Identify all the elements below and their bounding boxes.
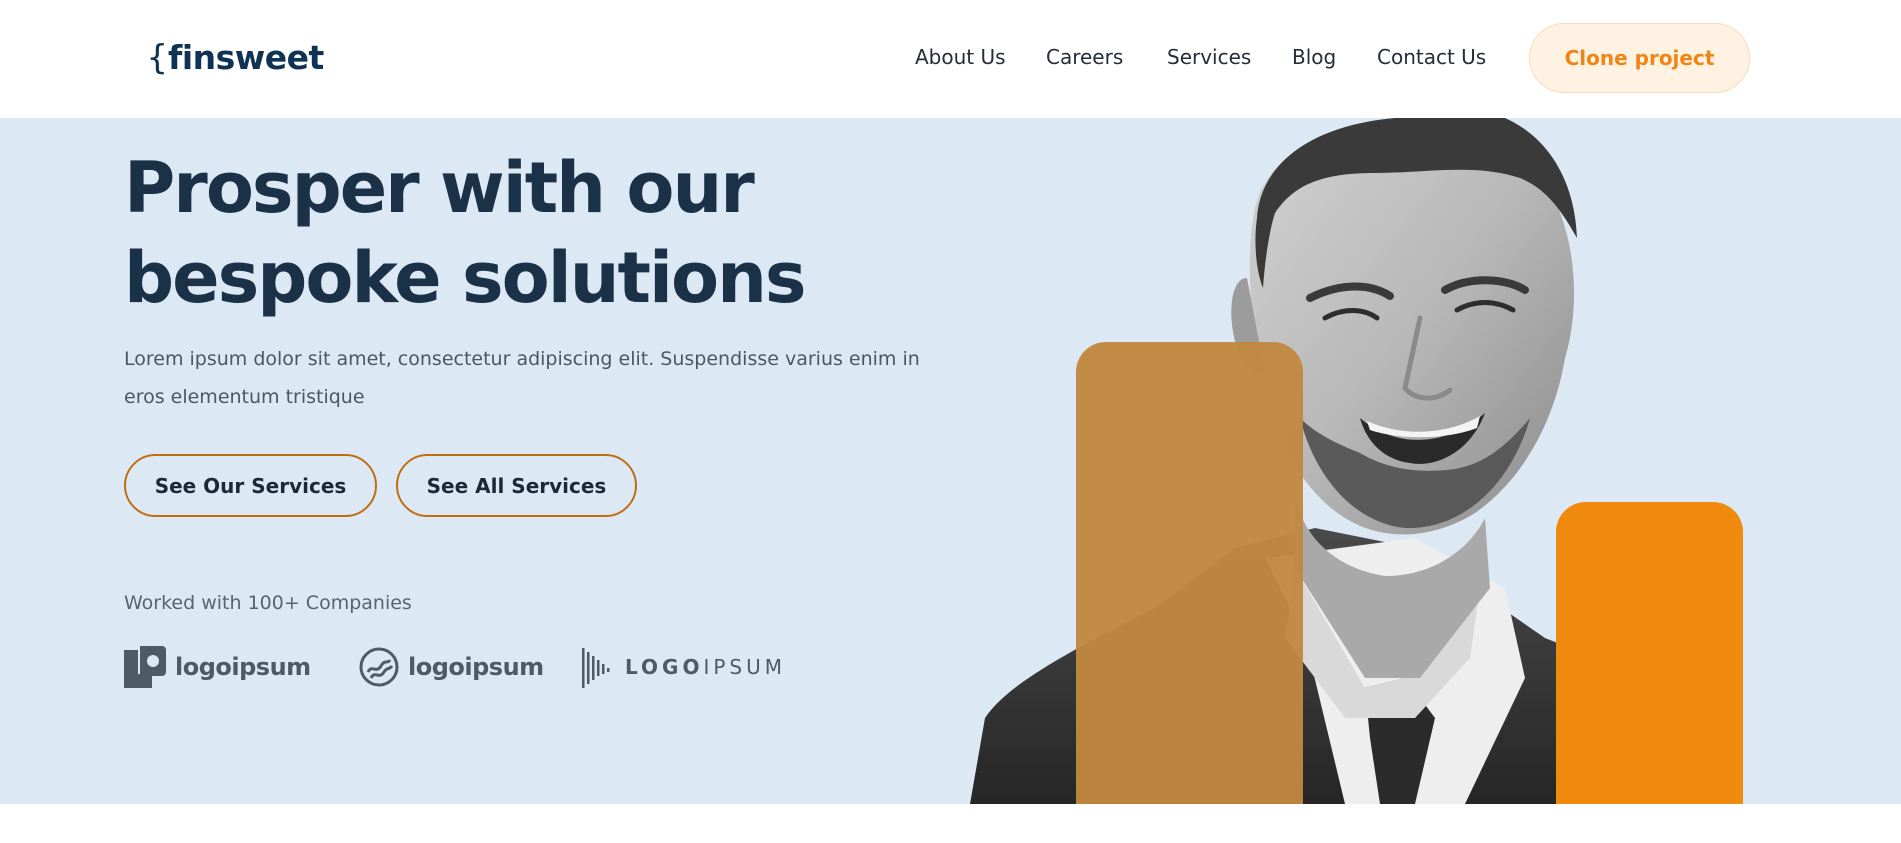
hero-headline: Prosper with our bespoke solutions	[124, 143, 884, 323]
nav-link-services[interactable]: Services	[1167, 45, 1251, 69]
partner-logo-2-name: logoipsum	[408, 653, 544, 681]
partner-logo-3: LOGOIPSUM	[582, 645, 786, 689]
worked-with-label: Worked with 100+ Companies	[124, 592, 412, 614]
nav-link-contact-us[interactable]: Contact Us	[1377, 45, 1486, 69]
partner-logo-2: logoipsum	[359, 645, 544, 689]
wave-circle-logo-icon	[359, 647, 399, 687]
hero-subtitle: Lorem ipsum dolor sit amet, consectetur …	[124, 348, 920, 408]
page-bottom-strip	[0, 804, 1901, 843]
nav-link-about-us[interactable]: About Us	[915, 45, 1006, 69]
see-our-services-button[interactable]: See Our Services	[124, 454, 377, 517]
partner-logo-1: logoipsum	[124, 645, 311, 689]
partner-logo-3-name-light: IPSUM	[703, 655, 787, 679]
hero-headline-line-1: Prosper with our	[124, 147, 755, 229]
partner-logo-1-name: logoipsum	[175, 653, 311, 681]
ochre-accent-block	[1076, 342, 1303, 804]
hero-section: Prosper with our bespoke solutions Lorem…	[0, 118, 1901, 804]
square-pin-logo-icon	[124, 646, 166, 688]
nav-link-careers[interactable]: Careers	[1046, 45, 1123, 69]
partner-logo-3-name-bold: LOGO	[625, 655, 704, 679]
hero-headline-line-2: bespoke solutions	[124, 237, 807, 319]
clone-project-button[interactable]: Clone project	[1529, 23, 1750, 93]
nav-link-blog[interactable]: Blog	[1292, 45, 1336, 69]
top-navigation: {finsweet About Us Careers Services Blog…	[0, 0, 1901, 118]
partner-logo-3-name: LOGOIPSUM	[625, 655, 786, 679]
see-all-services-button[interactable]: See All Services	[396, 454, 637, 517]
bars-logo-icon	[582, 648, 610, 688]
orange-accent-block	[1556, 502, 1743, 804]
